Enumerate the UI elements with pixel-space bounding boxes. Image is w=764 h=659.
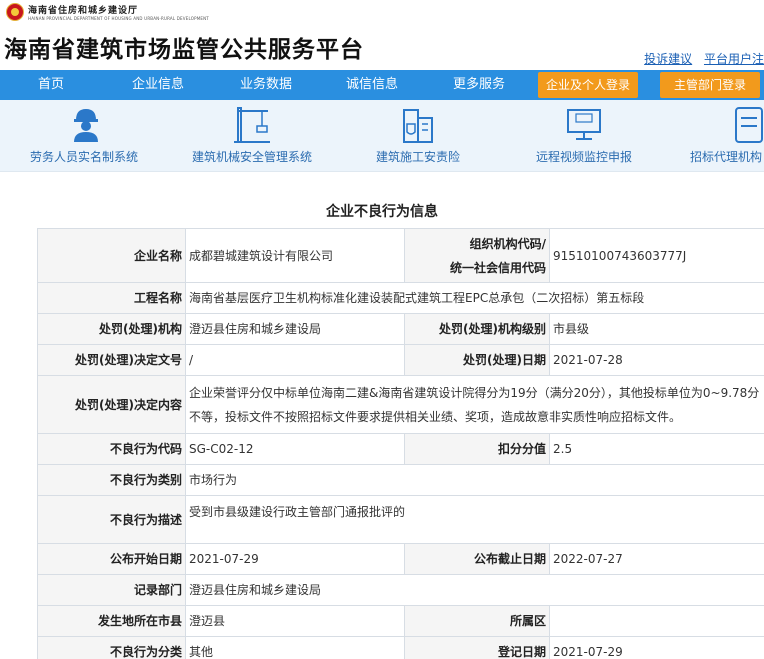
recorder-label: 记录部门 bbox=[37, 574, 186, 606]
score-label: 扣分分值 bbox=[404, 433, 550, 465]
quick-link-label: 建筑施工安责险 bbox=[376, 150, 461, 164]
table-row: 不良行为分类 其他 登记日期 2021-07-29 bbox=[37, 636, 764, 659]
quick-link-label: 建筑机械安全管理系统 bbox=[192, 150, 313, 164]
decision-no-value: / bbox=[185, 344, 405, 376]
top-links: 投诉建议 平台用户注 bbox=[636, 50, 764, 67]
main-nav: 首页 企业信息 业务数据 诚信信息 更多服务 企业及个人登录 主管部门登录 bbox=[0, 70, 764, 100]
org-code-value: 91510100743603777J bbox=[549, 228, 764, 283]
project-value: 海南省基层医疗卫生机构标准化建设装配式建筑工程EPC总承包（二次招标）第五标段 bbox=[185, 282, 764, 314]
table-row: 公布开始日期 2021-07-29 公布截止日期 2022-07-27 bbox=[37, 543, 764, 575]
dept-name-en: HAINAN PROVINCIAL DEPARTMENT OF HOUSING … bbox=[28, 16, 209, 21]
quick-link-labor-realname[interactable]: 劳务人员实名制系统 bbox=[30, 100, 142, 172]
authority-level-label: 处罚(处理)机构级别 bbox=[404, 313, 550, 345]
description-value: 受到市县级建设行政主管部门通报批评的 bbox=[185, 495, 764, 544]
table-row: 工程名称 海南省基层医疗卫生机构标准化建设装配式建筑工程EPC总承包（二次招标）… bbox=[37, 282, 764, 314]
table-row: 处罚(处理)机构 澄迈县住房和城乡建设局 处罚(处理)机构级别 市县级 bbox=[37, 313, 764, 345]
org-code-label-line2: 统一社会信用代码 bbox=[449, 260, 546, 275]
quick-link-label: 远程视频监控申报 bbox=[536, 150, 633, 164]
publish-end-label: 公布截止日期 bbox=[404, 543, 550, 575]
nav-enterprise-info[interactable]: 企业信息 bbox=[132, 70, 184, 100]
company-name-value: 成都碧城建筑设计有限公司 bbox=[185, 228, 405, 283]
table-row: 记录部门 澄迈县住房和城乡建设局 bbox=[37, 574, 764, 606]
section-title: 企业不良行为信息 bbox=[326, 204, 438, 220]
authority-label: 处罚(处理)机构 bbox=[37, 313, 186, 345]
site-header: 海南省住房和城乡建设厅 HAINAN PROVINCIAL DEPARTMENT… bbox=[0, 0, 764, 70]
company-name-label: 企业名称 bbox=[37, 228, 186, 283]
quick-link-safety-insurance[interactable]: 建筑施工安责险 bbox=[376, 100, 466, 172]
complaint-link[interactable]: 投诉建议 bbox=[644, 52, 692, 66]
project-label: 工程名称 bbox=[37, 282, 186, 314]
code-label: 不良行为代码 bbox=[37, 433, 186, 465]
table-row: 企业名称 成都碧城建筑设计有限公司 组织机构代码/ 统一社会信用代码 91510… bbox=[37, 228, 764, 283]
authority-value: 澄迈县住房和城乡建设局 bbox=[185, 313, 405, 345]
document-icon bbox=[735, 107, 763, 143]
bad-behavior-table: 企业名称 成都碧城建筑设计有限公司 组织机构代码/ 统一社会信用代码 91510… bbox=[37, 228, 764, 659]
classification-label: 不良行为分类 bbox=[37, 636, 186, 659]
decision-date-label: 处罚(处理)日期 bbox=[404, 344, 550, 376]
decision-no-label: 处罚(处理)决定文号 bbox=[37, 344, 186, 376]
table-row: 不良行为描述 受到市县级建设行政主管部门通报批评的 bbox=[37, 495, 764, 544]
authority-level-value: 市县级 bbox=[549, 313, 764, 345]
quick-links-bar: 劳务人员实名制系统 建筑机械安全管理系统 建筑施工安责险 远程视频监控申报 招标… bbox=[0, 100, 764, 172]
district-value bbox=[549, 605, 764, 637]
table-row: 处罚(处理)决定内容 企业荣誉评分仅中标单位海南二建&海南省建筑设计院得分为19… bbox=[37, 375, 764, 434]
org-code-label-line1: 组织机构代码/ bbox=[469, 236, 546, 251]
description-label: 不良行为描述 bbox=[37, 495, 186, 544]
publish-end-value: 2022-07-27 bbox=[549, 543, 764, 575]
decision-date-value: 2021-07-28 bbox=[549, 344, 764, 376]
quick-link-bidding-agency[interactable]: 招标代理机构 bbox=[690, 100, 764, 172]
classification-value: 其他 bbox=[185, 636, 405, 659]
nav-business-data[interactable]: 业务数据 bbox=[240, 70, 292, 100]
national-emblem-icon bbox=[6, 3, 24, 21]
nav-home[interactable]: 首页 bbox=[38, 70, 64, 100]
publish-start-value: 2021-07-29 bbox=[185, 543, 405, 575]
org-code-label: 组织机构代码/ 统一社会信用代码 bbox=[404, 228, 550, 283]
score-value: 2.5 bbox=[549, 433, 764, 465]
quick-link-label: 劳务人员实名制系统 bbox=[30, 150, 139, 164]
decision-content-label: 处罚(处理)决定内容 bbox=[37, 375, 186, 434]
nav-more-services[interactable]: 更多服务 bbox=[453, 70, 505, 100]
quick-link-label: 招标代理机构 bbox=[690, 150, 763, 164]
quick-link-video-monitor[interactable]: 远程视频监控申报 bbox=[536, 100, 636, 172]
table-row: 处罚(处理)决定文号 / 处罚(处理)日期 2021-07-28 bbox=[37, 344, 764, 376]
enterprise-login-button[interactable]: 企业及个人登录 bbox=[538, 72, 638, 98]
city-value: 澄迈县 bbox=[185, 605, 405, 637]
table-row: 不良行为类别 市场行为 bbox=[37, 464, 764, 496]
code-value: SG-C02-12 bbox=[185, 433, 405, 465]
decision-content-value: 企业荣誉评分仅中标单位海南二建&海南省建筑设计院得分为19分（满分20分），其他… bbox=[185, 375, 764, 434]
register-date-value: 2021-07-29 bbox=[549, 636, 764, 659]
table-row: 不良行为代码 SG-C02-12 扣分分值 2.5 bbox=[37, 433, 764, 465]
category-value: 市场行为 bbox=[185, 464, 764, 496]
nav-credit-info[interactable]: 诚信信息 bbox=[346, 70, 398, 100]
insurance-building-icon bbox=[403, 109, 433, 143]
dept-name: 海南省住房和城乡建设厅 bbox=[28, 6, 139, 16]
category-label: 不良行为类别 bbox=[37, 464, 186, 496]
recorder-value: 澄迈县住房和城乡建设局 bbox=[185, 574, 764, 606]
table-row: 发生地所在市县 澄迈县 所属区 bbox=[37, 605, 764, 637]
publish-start-label: 公布开始日期 bbox=[37, 543, 186, 575]
worker-icon bbox=[74, 109, 98, 142]
register-date-label: 登记日期 bbox=[404, 636, 550, 659]
site-title: 海南省建筑市场监管公共服务平台 bbox=[4, 37, 364, 63]
quick-link-machinery-safety[interactable]: 建筑机械安全管理系统 bbox=[192, 100, 316, 172]
register-link[interactable]: 平台用户注 bbox=[704, 52, 764, 66]
city-label: 发生地所在市县 bbox=[37, 605, 186, 637]
crane-icon bbox=[234, 107, 270, 143]
district-label: 所属区 bbox=[404, 605, 550, 637]
authority-login-button[interactable]: 主管部门登录 bbox=[660, 72, 760, 98]
monitor-report-icon bbox=[567, 109, 601, 140]
